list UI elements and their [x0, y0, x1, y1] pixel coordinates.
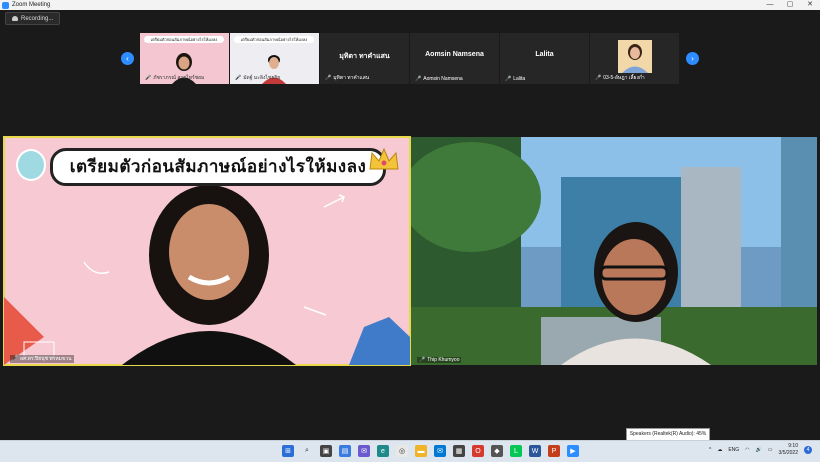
zoom-taskbar-icon[interactable]: ▶	[567, 445, 579, 457]
chevron-right-icon: ›	[691, 54, 694, 63]
video-tile-speaker[interactable]: 🎤 Thip Khumyoo	[411, 137, 817, 365]
line-app-icon[interactable]: L	[510, 445, 522, 457]
participant-name: มุทิตา ทาคำแสน	[333, 75, 370, 81]
participant-name: ภัชราภรณ์ สายไทร์ชยม	[153, 75, 205, 81]
participant-thumb[interactable]: เตรียมตัวก่อนสัมภาษณ์อย่างไรให้มงลง 🎤 มัด…	[230, 33, 319, 84]
app-icon[interactable]: ◆	[491, 445, 503, 457]
close-button[interactable]: ✕	[800, 0, 820, 10]
participant-thumb[interactable]: Lalita 🎤 Lalita	[500, 33, 589, 84]
minimize-button[interactable]: —	[760, 0, 780, 10]
file-explorer-icon[interactable]: ▬	[415, 445, 427, 457]
mic-muted-icon: 🎤	[145, 75, 152, 81]
participant-profile-photo	[618, 40, 652, 73]
mic-muted-icon: 🎤	[415, 76, 422, 82]
start-windows-icon[interactable]: ⊞	[282, 445, 294, 457]
mic-muted-icon: 🎤	[325, 75, 332, 81]
clock-time: 9:10	[788, 443, 798, 449]
windows-taskbar: ⊞ ⌕ ▣ ▤ ✉ e ◎ ▬ ✉ ▦ O ◆ L W P ▶ ^ ☁ ENG …	[0, 440, 820, 462]
recording-indicator[interactable]: Recording...	[5, 12, 61, 25]
wifi-icon[interactable]: ◠	[745, 447, 749, 453]
participant-display-name: มุทิตา ทาคำแสน	[339, 53, 390, 60]
tile-name-label: 🎤 Thip Khumyoo	[417, 357, 462, 363]
battery-icon[interactable]: ▭	[768, 447, 773, 453]
mic-muted-icon: 🎤	[595, 75, 602, 81]
widgets-icon[interactable]: ▤	[339, 445, 351, 457]
mic-icon: 🎤	[419, 357, 426, 363]
powerpoint-icon[interactable]: P	[548, 445, 560, 457]
edge-browser-icon[interactable]: e	[377, 445, 389, 457]
system-tray: ^ ☁ ENG ◠ 🔊 ▭ 9:10 3/5/2022 4	[709, 443, 812, 457]
notification-badge[interactable]: 4	[804, 446, 812, 454]
cloud-icon[interactable]: ☁	[717, 447, 722, 453]
chevron-up-icon[interactable]: ^	[709, 447, 711, 453]
participant-display-name: Aomsin Namsena	[425, 51, 484, 58]
mic-muted-icon: 🎤	[505, 76, 512, 82]
slide-title-banner: เตรียมตัวก่อนสัมภาษณ์อย่างไรให้มงลง	[50, 148, 386, 186]
mic-icon: 🎤	[12, 355, 19, 361]
participant-thumb[interactable]: มุทิตา ทาคำแสน 🎤 มุทิตา ทาคำแสน	[320, 33, 409, 84]
university-logo	[16, 149, 46, 181]
participant-thumb[interactable]: เตรียมตัวก่อนสัมภาษณ์อย่างไรให้มงลง 🎤 ภัช…	[140, 33, 229, 84]
video-tile-presenter[interactable]: เตรียมตัวก่อนสัมภาษณ์อย่างไรให้มงลง 🎤 ผศ.…	[3, 136, 411, 366]
language-indicator[interactable]: ENG	[728, 447, 739, 453]
zoom-app-icon	[2, 1, 9, 9]
participant-strip: เตรียมตัวก่อนสัมภาษณ์อย่างไรให้มงลง 🎤 ภัช…	[140, 33, 680, 84]
thumb-banner: เตรียมตัวก่อนสัมภาษณ์อย่างไรให้มงลง	[144, 36, 224, 43]
participant-name: 03-5-อัษฎา เลี้ยงก่ำ	[603, 75, 645, 81]
store-icon[interactable]: ▦	[453, 445, 465, 457]
participant-display-name: Lalita	[535, 51, 554, 58]
window-title: Zoom Meeting	[12, 2, 51, 8]
clock-date: 3/5/2022	[778, 450, 798, 456]
taskbar-clock[interactable]: 9:10 3/5/2022	[779, 443, 798, 457]
cloud-record-icon	[12, 16, 18, 21]
prev-page-button[interactable]: ‹	[121, 52, 134, 65]
crown-icon	[369, 147, 399, 170]
speaker-icon[interactable]: 🔊	[756, 447, 762, 453]
thumb-banner: เตรียมตัวก่อนสัมภาษณ์อย่างไรให้มงลง	[234, 36, 314, 43]
mic-muted-icon: 🎤	[235, 75, 242, 81]
window-titlebar: Zoom Meeting — ▢ ✕	[0, 0, 820, 10]
office-icon[interactable]: O	[472, 445, 484, 457]
participant-name: Lalita	[513, 76, 526, 82]
participant-name: มัดฐ์ มะลิงไชยกิย	[243, 75, 281, 81]
search-icon[interactable]: ⌕	[301, 445, 313, 457]
chrome-browser-icon[interactable]: ◎	[396, 445, 408, 457]
mail-icon[interactable]: ✉	[434, 445, 446, 457]
next-page-button[interactable]: ›	[686, 52, 699, 65]
participant-thumb[interactable]: 🎤 03-5-อัษฎา เลี้ยงก่ำ	[590, 33, 679, 84]
participant-thumb[interactable]: Aomsin Namsena 🎤 Aomsin Namsena	[410, 33, 499, 84]
recording-label: Recording...	[21, 15, 54, 22]
tile-name-label: 🎤 ผศ.ดร.ปิยนุช พรหมขวน	[10, 355, 74, 363]
task-view-icon[interactable]: ▣	[320, 445, 332, 457]
teams-chat-icon[interactable]: ✉	[358, 445, 370, 457]
virtual-background	[411, 137, 817, 365]
chevron-left-icon: ‹	[126, 54, 129, 63]
word-icon[interactable]: W	[529, 445, 541, 457]
participant-name: Aomsin Namsena	[423, 76, 463, 82]
maximize-button[interactable]: ▢	[780, 0, 800, 10]
